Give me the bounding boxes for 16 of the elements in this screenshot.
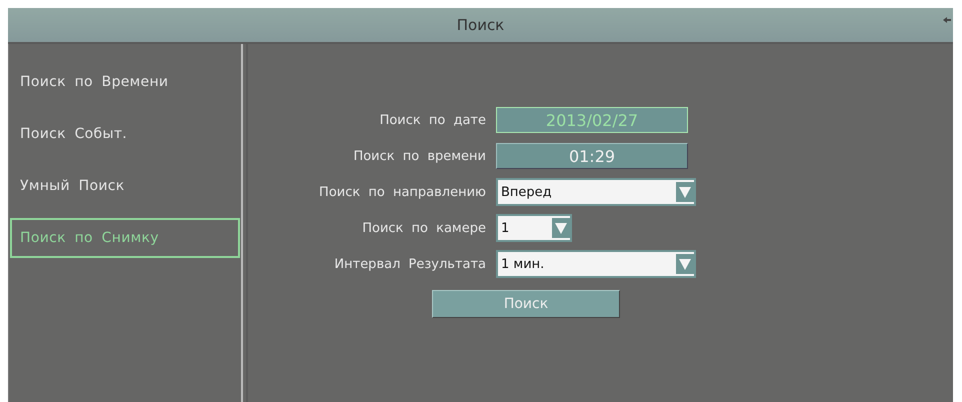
field-label: Интервал Результата [333, 256, 487, 272]
field-label: Поиск по направлению [318, 184, 487, 200]
sidebar-item[interactable]: Умный Поиск [10, 166, 240, 206]
field-label: Поиск по дате [378, 112, 487, 128]
field-label: Поиск по времени [352, 148, 487, 164]
window-title: Поиск [456, 16, 504, 34]
sidebar-item[interactable]: Поиск Событ. [10, 114, 240, 154]
sidebar-item[interactable]: Поиск по Времени [10, 62, 240, 102]
field-label: Поиск по камере [361, 220, 487, 236]
dropdown[interactable]: 1 [496, 214, 572, 242]
dropdown[interactable]: Вперед [496, 178, 696, 206]
sidebar-item[interactable]: Поиск по Снимку [10, 218, 240, 258]
dropdown[interactable]: 1 мин. [496, 250, 696, 278]
value-button[interactable]: 01:29 [496, 143, 688, 169]
arrow-icon[interactable] [943, 16, 951, 24]
search-button[interactable]: Поиск [432, 290, 620, 318]
